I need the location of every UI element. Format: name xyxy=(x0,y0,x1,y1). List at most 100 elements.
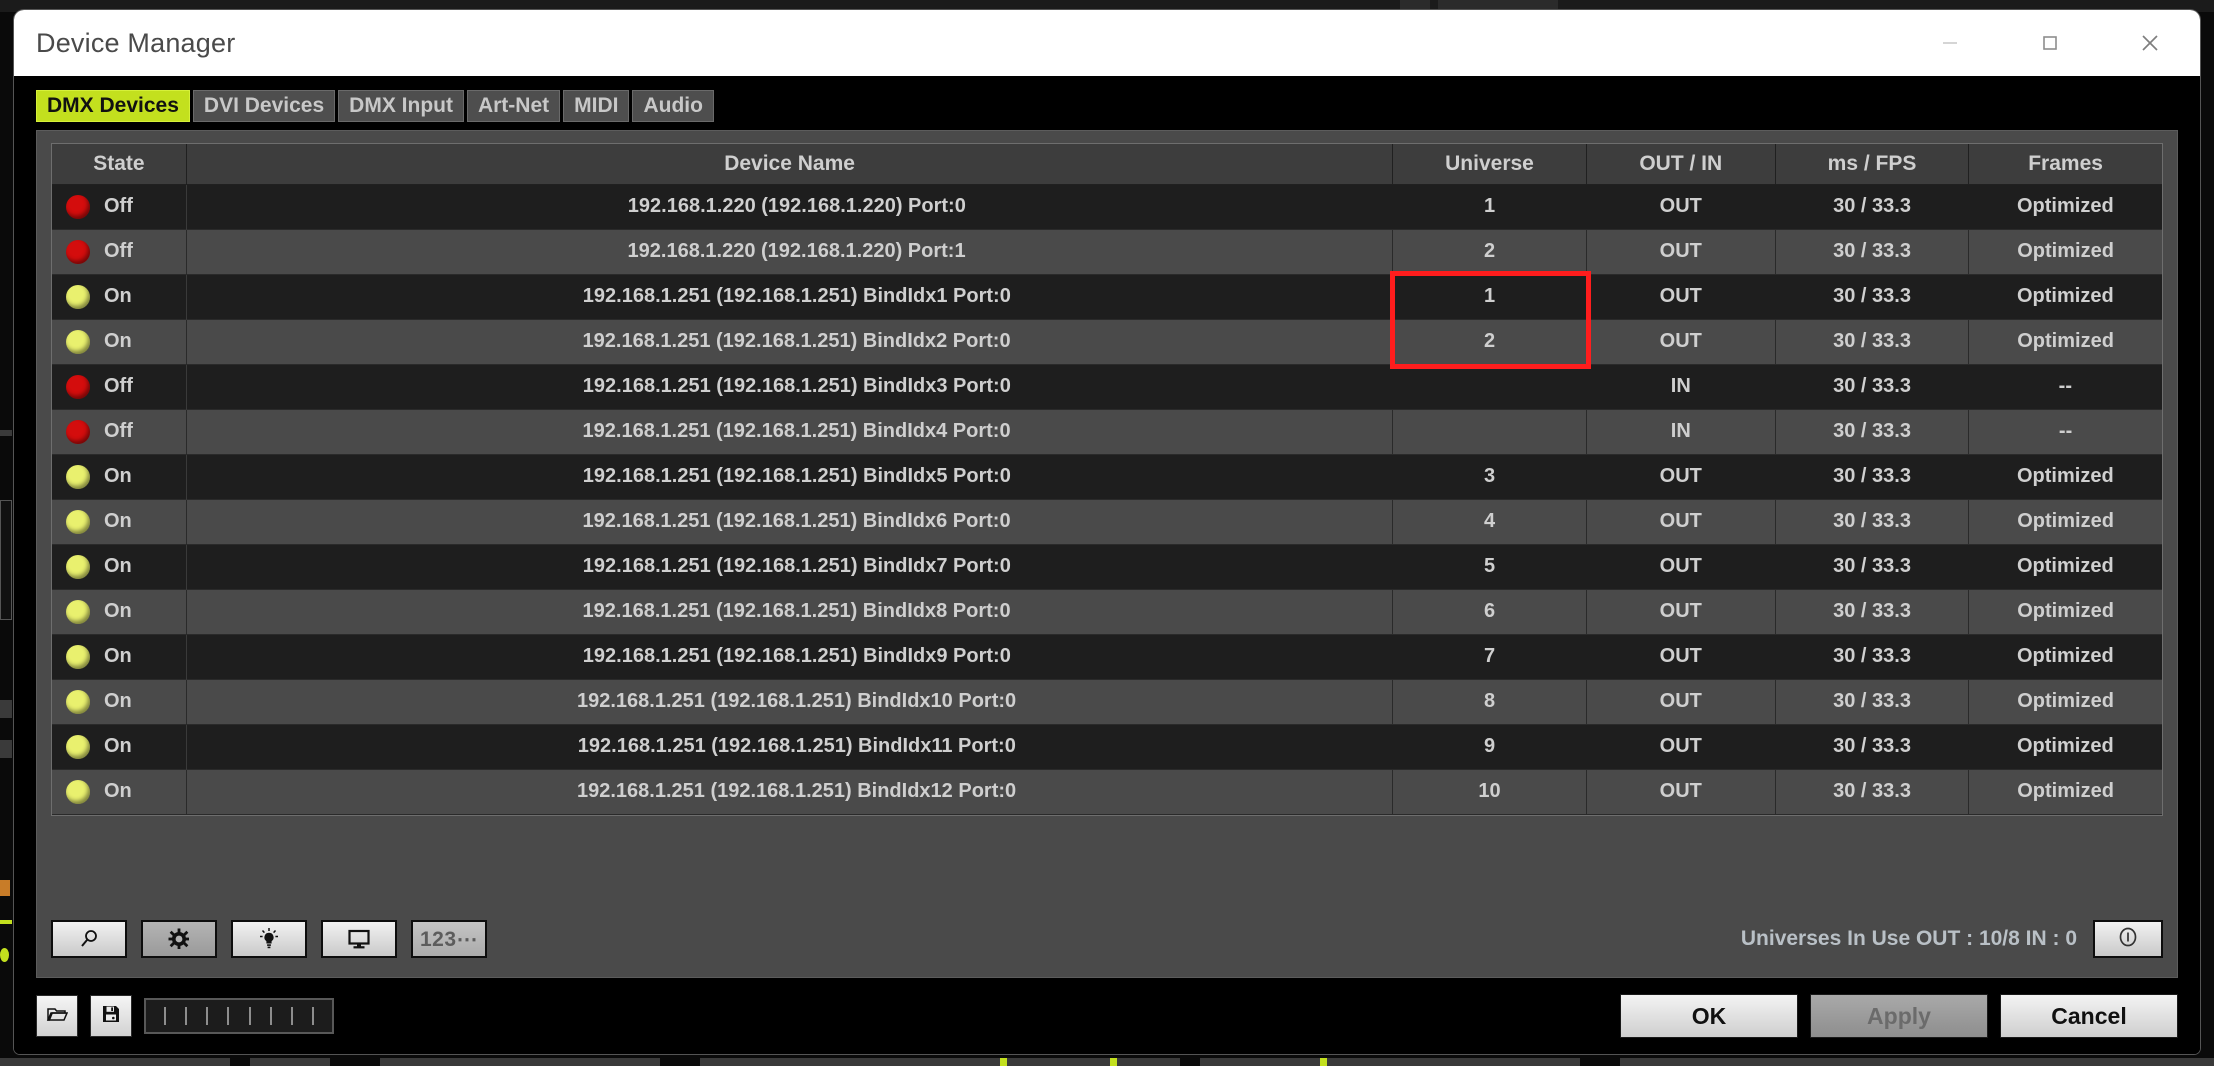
cell-device-name[interactable]: 192.168.1.251 (192.168.1.251) BindIdx1 P… xyxy=(186,274,1393,319)
cell-ms-fps[interactable]: 30 / 33.3 xyxy=(1775,588,1970,635)
cell-device-name[interactable]: 192.168.1.251 (192.168.1.251) BindIdx2 P… xyxy=(186,318,1394,365)
cell-device-name[interactable]: 192.168.1.251 (192.168.1.251) BindIdx8 P… xyxy=(186,588,1394,635)
level-tick-strip[interactable] xyxy=(144,998,334,1034)
cell-frames[interactable]: Optimized xyxy=(1968,544,2162,589)
table-row[interactable]: On 192.168.1.251 (192.168.1.251) BindIdx2… xyxy=(52,318,2162,365)
cell-state[interactable]: Off xyxy=(52,228,187,275)
table-row[interactable]: On 192.168.1.251 (192.168.1.251) BindIdx6… xyxy=(52,498,2162,545)
cell-universe[interactable]: 3 xyxy=(1392,454,1587,499)
cell-out-in[interactable]: IN xyxy=(1586,408,1776,455)
cell-state[interactable]: Off xyxy=(52,408,187,455)
cell-frames[interactable]: Optimized xyxy=(1968,274,2162,319)
cell-frames[interactable]: Optimized xyxy=(1968,588,2162,635)
cell-state[interactable]: Off xyxy=(52,184,187,229)
cell-ms-fps[interactable]: 30 / 33.3 xyxy=(1775,364,1969,409)
cell-device-name[interactable]: 192.168.1.251 (192.168.1.251) BindIdx5 P… xyxy=(186,454,1393,499)
info-button[interactable] xyxy=(2093,920,2163,958)
close-button[interactable] xyxy=(2100,10,2200,76)
cancel-button[interactable]: Cancel xyxy=(2000,994,2178,1038)
cell-universe[interactable]: 1 xyxy=(1392,274,1587,319)
cell-device-name[interactable]: 192.168.1.251 (192.168.1.251) BindIdx7 P… xyxy=(186,544,1393,589)
cell-frames[interactable]: -- xyxy=(1968,408,2162,455)
table-row[interactable]: Off 192.168.1.251 (192.168.1.251) BindIdx… xyxy=(52,408,2162,455)
table-row[interactable]: On 192.168.1.251 (192.168.1.251) BindIdx1… xyxy=(52,678,2162,725)
tab-audio[interactable]: Audio xyxy=(632,90,714,122)
cell-out-in[interactable]: OUT xyxy=(1586,588,1776,635)
settings-button[interactable] xyxy=(141,920,217,958)
cell-ms-fps[interactable]: 30 / 33.3 xyxy=(1775,768,1970,815)
cell-state[interactable]: On xyxy=(52,274,187,319)
table-row[interactable]: On 192.168.1.251 (192.168.1.251) BindIdx1… xyxy=(52,274,2162,319)
cell-state[interactable]: On xyxy=(52,634,187,679)
cell-out-in[interactable]: OUT xyxy=(1586,274,1776,319)
table-row[interactable]: On 192.168.1.251 (192.168.1.251) BindIdx5… xyxy=(52,454,2162,499)
cell-state[interactable]: On xyxy=(52,768,187,815)
cell-universe[interactable]: 10 xyxy=(1392,768,1587,815)
cell-state[interactable]: On xyxy=(52,588,187,635)
cell-state[interactable]: On xyxy=(52,318,187,365)
tab-midi[interactable]: MIDI xyxy=(563,90,630,122)
ok-button[interactable]: OK xyxy=(1620,994,1798,1038)
cell-ms-fps[interactable]: 30 / 33.3 xyxy=(1775,544,1969,589)
cell-out-in[interactable]: OUT xyxy=(1586,634,1776,679)
cell-out-in[interactable]: OUT xyxy=(1586,498,1776,545)
tab-art-net[interactable]: Art-Net xyxy=(466,90,561,122)
column-header-out-in[interactable]: OUT / IN xyxy=(1586,144,1776,185)
cell-out-in[interactable]: OUT xyxy=(1586,724,1776,769)
cell-device-name[interactable]: 192.168.1.251 (192.168.1.251) BindIdx11 … xyxy=(186,724,1393,769)
column-header-universe[interactable]: Universe xyxy=(1392,144,1587,185)
table-row[interactable]: Off 192.168.1.251 (192.168.1.251) BindIdx… xyxy=(52,364,2162,409)
cell-ms-fps[interactable]: 30 / 33.3 xyxy=(1775,678,1970,725)
cell-state[interactable]: On xyxy=(52,498,187,545)
cell-ms-fps[interactable]: 30 / 33.3 xyxy=(1775,634,1969,679)
cell-universe[interactable]: 5 xyxy=(1392,544,1587,589)
cell-device-name[interactable]: 192.168.1.220 (192.168.1.220) Port:1 xyxy=(186,228,1394,275)
column-header-frames[interactable]: Frames xyxy=(1968,144,2162,185)
cell-frames[interactable]: Optimized xyxy=(1968,724,2162,769)
cell-universe[interactable]: 8 xyxy=(1392,678,1587,725)
cell-state[interactable]: On xyxy=(52,724,187,769)
monitor-button[interactable] xyxy=(321,920,397,958)
tab-dmx-input[interactable]: DMX Input xyxy=(338,90,464,122)
cell-universe[interactable] xyxy=(1392,408,1587,455)
cell-device-name[interactable]: 192.168.1.251 (192.168.1.251) BindIdx4 P… xyxy=(186,408,1394,455)
save-file-button[interactable] xyxy=(90,995,132,1037)
cell-frames[interactable]: Optimized xyxy=(1968,678,2162,725)
cell-out-in[interactable]: IN xyxy=(1586,364,1776,409)
cell-frames[interactable]: Optimized xyxy=(1968,634,2162,679)
cell-device-name[interactable]: 192.168.1.251 (192.168.1.251) BindIdx9 P… xyxy=(186,634,1393,679)
cell-device-name[interactable]: 192.168.1.251 (192.168.1.251) BindIdx6 P… xyxy=(186,498,1394,545)
column-header-state[interactable]: State xyxy=(52,144,187,185)
cell-out-in[interactable]: OUT xyxy=(1586,544,1776,589)
lightbulb-button[interactable] xyxy=(231,920,307,958)
apply-button[interactable]: Apply xyxy=(1810,994,1988,1038)
cell-device-name[interactable]: 192.168.1.251 (192.168.1.251) BindIdx12 … xyxy=(186,768,1394,815)
table-row[interactable]: On 192.168.1.251 (192.168.1.251) BindIdx9… xyxy=(52,634,2162,679)
search-button[interactable] xyxy=(51,920,127,958)
cell-ms-fps[interactable]: 30 / 33.3 xyxy=(1775,498,1970,545)
cell-frames[interactable]: Optimized xyxy=(1968,454,2162,499)
cell-universe[interactable]: 6 xyxy=(1392,588,1587,635)
cell-ms-fps[interactable]: 30 / 33.3 xyxy=(1775,184,1969,229)
open-file-button[interactable] xyxy=(36,995,78,1037)
cell-ms-fps[interactable]: 30 / 33.3 xyxy=(1775,318,1970,365)
table-row[interactable]: On 192.168.1.251 (192.168.1.251) BindIdx8… xyxy=(52,588,2162,635)
cell-state[interactable]: Off xyxy=(52,364,187,409)
cell-out-in[interactable]: OUT xyxy=(1586,184,1776,229)
cell-device-name[interactable]: 192.168.1.251 (192.168.1.251) BindIdx10 … xyxy=(186,678,1394,725)
table-row[interactable]: On 192.168.1.251 (192.168.1.251) BindIdx7… xyxy=(52,544,2162,589)
cell-device-name[interactable]: 192.168.1.251 (192.168.1.251) BindIdx3 P… xyxy=(186,364,1393,409)
cell-universe[interactable]: 7 xyxy=(1392,634,1587,679)
tab-dmx-devices[interactable]: DMX Devices xyxy=(36,90,190,122)
column-header-device-name[interactable]: Device Name xyxy=(186,144,1394,185)
cell-out-in[interactable]: OUT xyxy=(1586,228,1776,275)
cell-universe[interactable]: 9 xyxy=(1392,724,1587,769)
cell-ms-fps[interactable]: 30 / 33.3 xyxy=(1775,408,1970,455)
cell-out-in[interactable]: OUT xyxy=(1586,678,1776,725)
cell-frames[interactable]: -- xyxy=(1968,364,2162,409)
column-header-ms-fps[interactable]: ms / FPS xyxy=(1775,144,1970,185)
numeric-button[interactable]: 123⋯ xyxy=(411,920,487,958)
cell-frames[interactable]: Optimized xyxy=(1968,184,2162,229)
cell-out-in[interactable]: OUT xyxy=(1586,454,1776,499)
cell-frames[interactable]: Optimized xyxy=(1968,768,2162,815)
